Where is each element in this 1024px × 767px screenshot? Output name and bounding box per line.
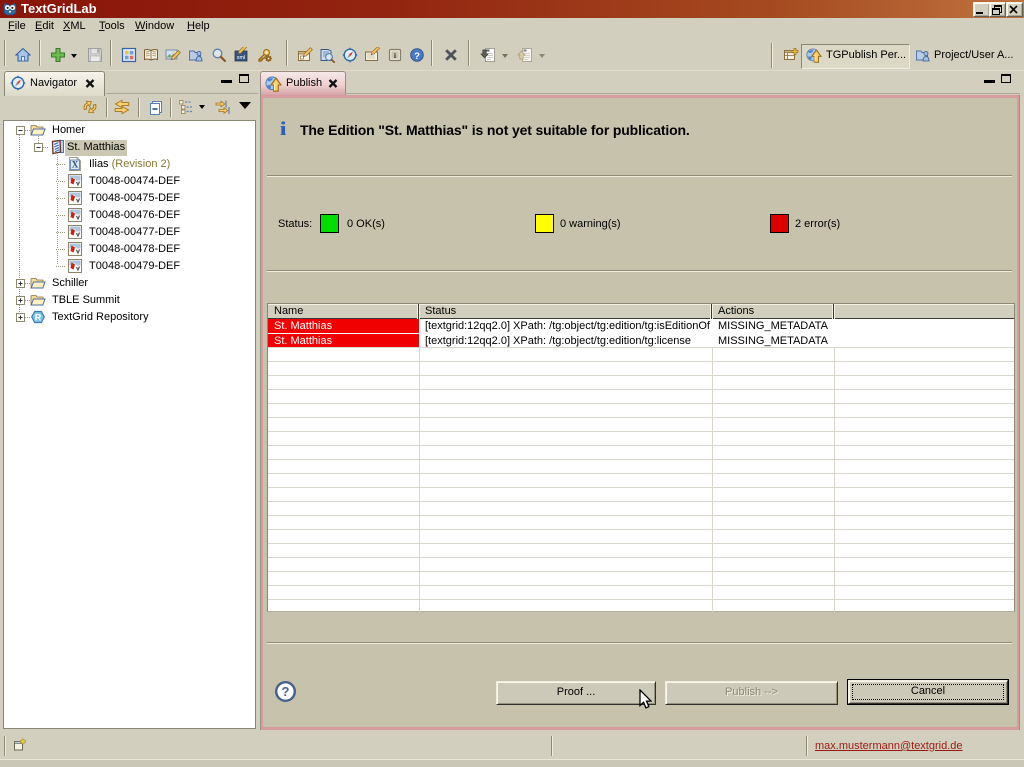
svg-text:?: ? xyxy=(282,684,290,699)
